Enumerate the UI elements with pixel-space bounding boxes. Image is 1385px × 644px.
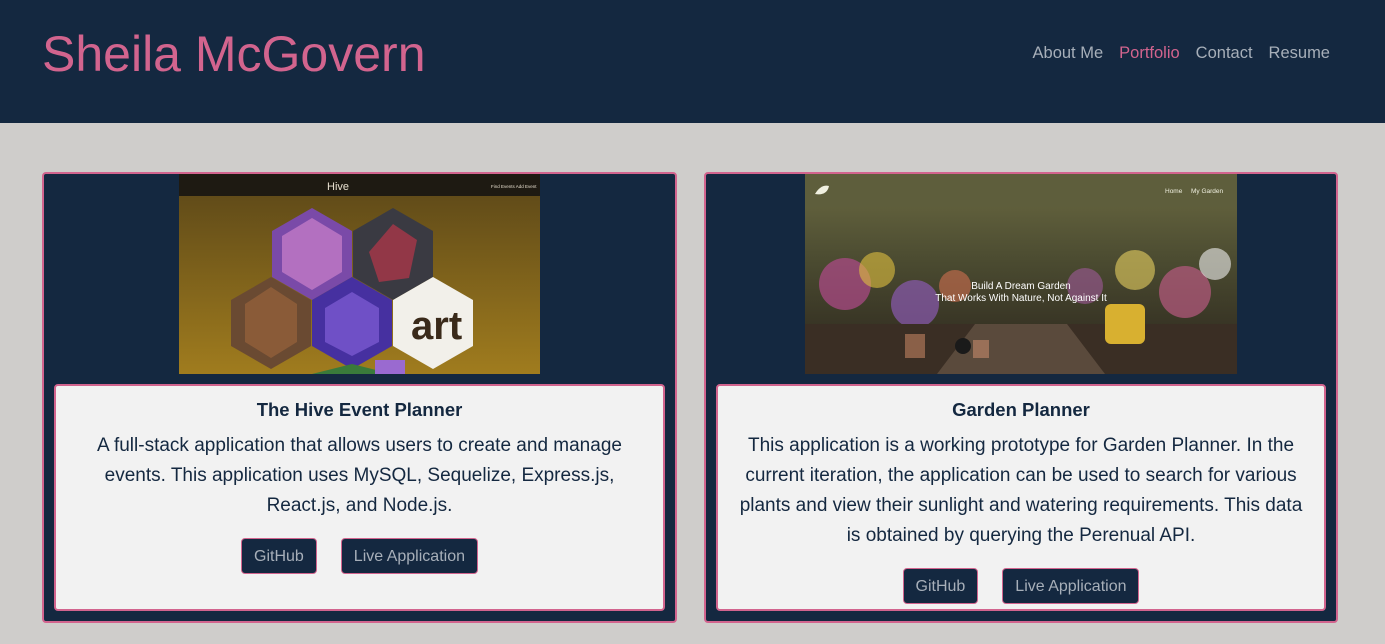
project-description: A full-stack application that allows use… [97, 435, 622, 516]
live-application-button[interactable]: Live Application [1002, 568, 1140, 604]
live-application-button[interactable]: Live Application [340, 538, 478, 574]
main-nav: About Me Portfolio Contact Resume [1017, 43, 1330, 63]
project-description: This application is a working prototype … [739, 435, 1303, 546]
svg-text:art: art [411, 304, 462, 348]
project-card-hive: Hive Find Events Add Event art The Hive … [42, 172, 677, 623]
hive-app-name: Hive [327, 181, 349, 193]
garden-hero-line1: Build A Dream Garden [971, 281, 1071, 292]
project-screenshot-hive: Hive Find Events Add Event art [179, 174, 540, 374]
hive-nav-text: Find Events Add Event [491, 184, 537, 189]
project-card-garden: Home My Garden Build A Dream Garden That… [704, 172, 1338, 623]
project-body-garden: Garden Planner This application is a wor… [716, 384, 1326, 611]
nav-contact[interactable]: Contact [1196, 43, 1253, 63]
nav-resume[interactable]: Resume [1269, 43, 1330, 63]
github-button[interactable]: GitHub [241, 538, 317, 574]
garden-hero-line2: That Works With Nature, Not Against It [935, 293, 1107, 304]
project-buttons: GitHub Live Application [718, 568, 1324, 604]
project-title: The Hive Event Planner [256, 399, 463, 420]
hive-screenshot-image: Hive Find Events Add Event art [179, 174, 540, 374]
nav-portfolio[interactable]: Portfolio [1119, 43, 1180, 63]
nav-about-me[interactable]: About Me [1033, 43, 1104, 63]
project-body-hive: The Hive Event Planner A full-stack appl… [54, 384, 665, 611]
project-screenshot-garden: Home My Garden Build A Dream Garden That… [805, 174, 1237, 374]
garden-screenshot-image: Home My Garden Build A Dream Garden That… [805, 174, 1237, 374]
project-title: Garden Planner [952, 399, 1090, 420]
site-header: Sheila McGovern About Me Portfolio Conta… [0, 0, 1385, 123]
garden-nav-home: Home [1165, 188, 1183, 195]
github-button[interactable]: GitHub [902, 568, 979, 604]
project-buttons: GitHub Live Application [56, 538, 663, 574]
garden-nav-my-garden: My Garden [1191, 188, 1224, 195]
site-title: Sheila McGovern [42, 26, 426, 82]
